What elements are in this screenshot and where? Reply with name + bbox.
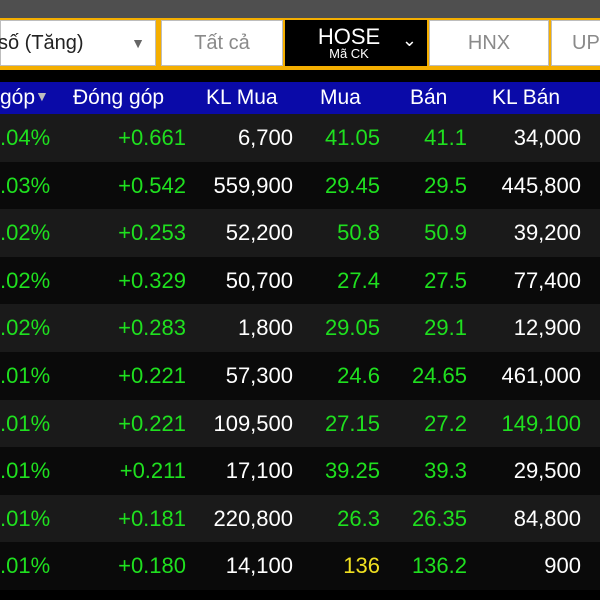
col-header-buy-vol[interactable]: KL Mua <box>206 82 278 114</box>
table-row[interactable]: .04% +0.661 6,700 41.05 41.1 34,000 <box>0 114 600 162</box>
table-row[interactable]: .01% +0.221 109,500 27.15 27.2 149,100 <box>0 399 600 448</box>
exchange-select-hose[interactable]: HOSE Mã CK ⌄ <box>285 20 427 66</box>
exchange-label: HOSE <box>317 23 381 49</box>
cell-contrib: +0.221 <box>118 410 186 436</box>
cell-sell-vol: 29,500 <box>513 458 581 484</box>
cell-sell: 50.9 <box>424 220 467 246</box>
cell-buy: 27.15 <box>324 410 380 436</box>
cell-pct: .04% <box>0 125 51 150</box>
col-header-sell[interactable]: Bán <box>410 82 447 114</box>
cell-contrib: +0.180 <box>118 553 186 579</box>
cell-buy: 24.6 <box>337 362 380 388</box>
cell-sell: 41.1 <box>424 125 467 150</box>
cell-buy-vol: 1,800 <box>237 315 293 341</box>
cell-sell-vol: 445,800 <box>501 172 581 198</box>
filter-all-button[interactable]: Tất cả <box>161 20 283 66</box>
cell-contrib: +0.211 <box>119 458 186 484</box>
chevron-down-icon: ⌄ <box>401 30 417 50</box>
cell-buy: 29.05 <box>324 315 380 341</box>
sort-desc-icon: ▼ <box>35 88 49 105</box>
cell-sell-vol: 461,000 <box>501 362 581 388</box>
col-header-buy[interactable]: Mua <box>320 82 361 114</box>
cell-sell-vol: 84,800 <box>513 505 581 531</box>
cell-buy: 136 <box>343 553 380 579</box>
cell-sell-vol: 39,200 <box>513 220 581 246</box>
cell-pct: .02% <box>0 315 51 341</box>
table-row[interactable]: .01% +0.180 14,100 136 136.2 900 <box>0 542 600 590</box>
exchange-tab-hnx[interactable]: HNX <box>429 20 549 66</box>
exchange-tab-upcom[interactable]: UP <box>551 20 600 66</box>
cell-sell: 136.2 <box>411 553 467 579</box>
cell-pct: .02% <box>0 220 51 246</box>
table-row[interactable]: .01% +0.221 57,300 24.6 24.65 461,000 <box>0 351 600 400</box>
table-row[interactable]: .02% +0.253 52,200 50.8 50.9 39,200 <box>0 209 600 257</box>
col-header-pct-label: góp <box>0 86 36 109</box>
top-strip <box>0 0 600 18</box>
cell-buy-vol: 14,100 <box>225 553 293 579</box>
table-header: góp▼ Đóng góp KL Mua Mua Bán KL Bán <box>0 82 600 114</box>
sort-select[interactable]: số (Tăng) ▼ <box>0 20 156 66</box>
cell-contrib: +0.542 <box>118 172 186 198</box>
table-row[interactable]: .03% +0.542 559,900 29.45 29.5 445,800 <box>0 161 600 210</box>
col-header-contrib[interactable]: Đóng góp <box>73 82 164 114</box>
table-row[interactable]: .01% +0.211 17,100 39.25 39.3 29,500 <box>0 447 600 495</box>
cell-contrib: +0.221 <box>118 362 186 388</box>
cell-contrib: +0.283 <box>118 315 186 341</box>
exchange-sublabel: Mã CK <box>329 45 369 61</box>
cell-pct: .03% <box>0 172 51 198</box>
col-header-pct[interactable]: góp▼ <box>0 82 49 114</box>
cell-buy: 29.45 <box>324 172 380 198</box>
cell-buy-vol: 220,800 <box>213 505 293 531</box>
cell-sell-vol: 77,400 <box>513 267 581 293</box>
cell-sell: 29.5 <box>424 172 467 198</box>
filter-toolbar: số (Tăng) ▼ Tất cả HOSE Mã CK ⌄ HNX UP <box>0 18 600 70</box>
cell-buy-vol: 109,500 <box>213 410 293 436</box>
cell-buy-vol: 52,200 <box>225 220 293 246</box>
sort-select-label: số (Tăng) <box>0 31 84 54</box>
cell-sell: 27.2 <box>424 410 467 436</box>
cell-sell: 39.3 <box>424 458 467 484</box>
cell-sell-vol: 900 <box>544 553 581 579</box>
cell-pct: .01% <box>0 505 51 531</box>
cell-buy-vol: 50,700 <box>225 267 293 293</box>
cell-buy-vol: 6,700 <box>237 125 293 150</box>
cell-sell-vol: 149,100 <box>501 410 581 436</box>
cell-pct: .01% <box>0 410 51 436</box>
cell-pct: .01% <box>0 458 51 484</box>
cell-buy: 50.8 <box>337 220 380 246</box>
cell-contrib: +0.253 <box>118 220 186 246</box>
cell-contrib: +0.661 <box>118 125 186 150</box>
table-row[interactable]: .02% +0.329 50,700 27.4 27.5 77,400 <box>0 256 600 305</box>
cell-buy: 39.25 <box>324 458 380 484</box>
cell-contrib: +0.181 <box>118 505 186 531</box>
cell-sell: 24.65 <box>411 362 467 388</box>
stock-table-body: .04% +0.661 6,700 41.05 41.1 34,000 .03%… <box>0 114 600 590</box>
cell-sell: 27.5 <box>424 267 467 293</box>
cell-pct: .01% <box>0 553 51 579</box>
cell-contrib: +0.329 <box>118 267 186 293</box>
table-row[interactable]: .01% +0.181 220,800 26.3 26.35 84,800 <box>0 494 600 543</box>
cell-sell-vol: 12,900 <box>513 315 581 341</box>
cell-buy-vol: 559,900 <box>213 172 293 198</box>
cell-buy-vol: 57,300 <box>225 362 293 388</box>
cell-sell-vol: 34,000 <box>513 125 581 150</box>
cell-buy-vol: 17,100 <box>225 458 293 484</box>
cell-sell: 29.1 <box>424 315 467 341</box>
cell-buy: 27.4 <box>337 267 380 293</box>
cell-sell: 26.35 <box>411 505 467 531</box>
cell-buy: 41.05 <box>324 125 380 150</box>
table-row[interactable]: .02% +0.283 1,800 29.05 29.1 12,900 <box>0 304 600 352</box>
dropdown-arrow-icon: ▼ <box>131 35 145 51</box>
cell-pct: .02% <box>0 267 51 293</box>
cell-buy: 26.3 <box>337 505 380 531</box>
col-header-sell-vol[interactable]: KL Bán <box>492 82 560 114</box>
cell-pct: .01% <box>0 362 51 388</box>
